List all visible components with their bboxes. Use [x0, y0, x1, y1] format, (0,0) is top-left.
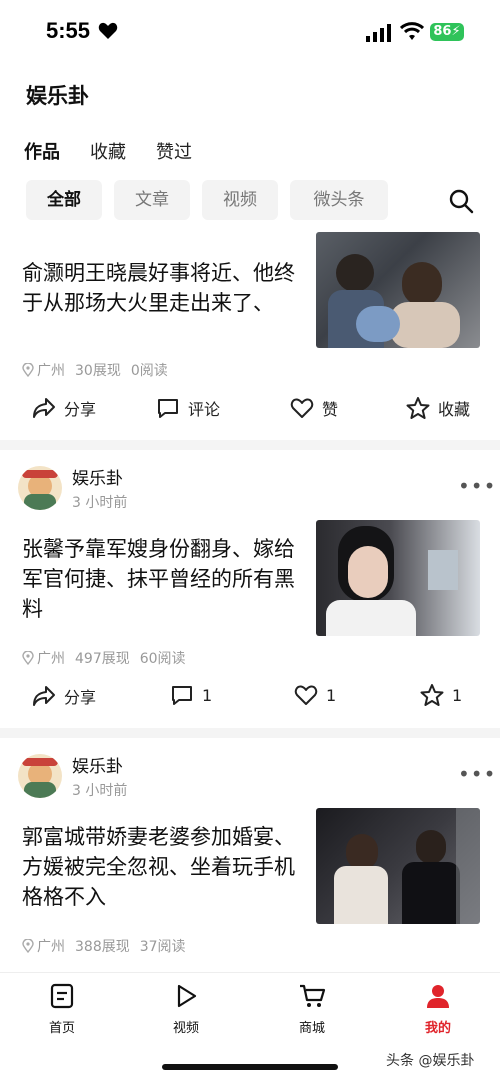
comment-button[interactable]: 1: [170, 684, 212, 706]
avatar[interactable]: [18, 754, 62, 798]
share-button[interactable]: 分享: [32, 396, 96, 420]
post-thumbnail[interactable]: [316, 520, 480, 636]
post-actions: 分享 评论 赞 收藏: [0, 396, 500, 426]
post-location: 广州: [37, 363, 65, 379]
home-indicator: [162, 1064, 338, 1070]
nav-video[interactable]: 视频: [146, 983, 226, 1036]
post-location: 广州: [37, 939, 65, 955]
post-location: 广州: [37, 651, 65, 667]
profile-icon: [427, 985, 449, 1008]
status-bar: 5:55 86⚡: [0, 0, 500, 64]
post-actions: 分享 1 1 1: [0, 684, 500, 714]
location-icon: [22, 939, 34, 953]
post-author[interactable]: 娱乐卦 3 小时前: [18, 464, 127, 512]
account-name: 娱乐卦: [26, 84, 89, 108]
location-icon: [22, 363, 34, 377]
post-title[interactable]: 俞灏明王晓晨好事将近、他终于从那场大火里走出来了、: [22, 258, 308, 318]
post-title[interactable]: 张馨予靠军嫂身份翻身、嫁给军官何捷、抹平曾经的所有黑料: [22, 534, 308, 624]
filter-all[interactable]: 全部: [26, 180, 102, 220]
status-time: 5:55: [46, 18, 91, 43]
post-reads: 0阅读: [130, 363, 168, 379]
post-views: 30展现: [75, 363, 121, 379]
filter-articles[interactable]: 文章: [114, 180, 190, 220]
nav-mall[interactable]: 商城: [272, 983, 352, 1036]
avatar[interactable]: [18, 466, 62, 510]
like-button[interactable]: 赞: [290, 396, 338, 420]
location-icon: [22, 651, 34, 665]
divider: [0, 728, 500, 738]
nav-me[interactable]: 我的: [398, 983, 478, 1036]
search-icon[interactable]: [448, 188, 474, 214]
comment-button[interactable]: 评论: [156, 396, 220, 420]
post-author[interactable]: 娱乐卦 3 小时前: [18, 752, 127, 800]
post-thumbnail[interactable]: [316, 808, 480, 924]
cart-icon: [300, 984, 326, 1007]
home-icon: [50, 983, 74, 1009]
watermark: 头条 @娱乐卦: [386, 1053, 475, 1069]
post-views: 497展现: [75, 651, 130, 667]
post-meta: 广州 388展现 37阅读: [22, 936, 186, 956]
bottom-nav: 首页 视频 商城 我的: [0, 972, 500, 1053]
favorite-button[interactable]: 收藏: [406, 396, 470, 420]
share-button[interactable]: 分享: [32, 684, 96, 708]
post-time: 3 小时前: [72, 783, 128, 799]
filter-micro-posts[interactable]: 微头条: [290, 180, 388, 220]
star-icon: [420, 684, 444, 706]
share-icon: [33, 398, 55, 418]
tab-works[interactable]: 作品: [24, 138, 60, 164]
star-icon: [406, 397, 430, 419]
post-reads: 60阅读: [139, 651, 186, 667]
more-options-icon[interactable]: •••: [458, 762, 496, 786]
profile-tabs: 作品 收藏 赞过: [24, 138, 192, 164]
filter-chips: 全部 文章 视频 微头条: [26, 180, 388, 220]
post-meta: 广州 30展现 0阅读: [22, 360, 168, 380]
post-views: 388展现: [75, 939, 130, 955]
post-thumbnail[interactable]: [316, 232, 480, 348]
author-name[interactable]: 娱乐卦: [72, 464, 127, 489]
heart-icon: [98, 22, 118, 39]
post-meta: 广州 497展现 60阅读: [22, 648, 186, 668]
like-button[interactable]: 1: [294, 684, 336, 706]
comment-icon: [172, 686, 192, 705]
tab-favorites[interactable]: 收藏: [90, 138, 126, 164]
more-options-icon[interactable]: •••: [458, 474, 496, 498]
battery-indicator: 86⚡: [430, 23, 464, 41]
heart-outline-icon: [294, 685, 318, 705]
play-icon: [177, 984, 197, 1008]
wifi-icon: [400, 22, 424, 40]
heart-outline-icon: [290, 398, 314, 418]
filter-videos[interactable]: 视频: [202, 180, 278, 220]
comment-icon: [158, 399, 178, 418]
post-reads: 37阅读: [139, 939, 186, 955]
post-time: 3 小时前: [72, 495, 128, 511]
divider: [0, 440, 500, 450]
author-name[interactable]: 娱乐卦: [72, 752, 127, 777]
tab-liked[interactable]: 赞过: [156, 138, 192, 164]
signal-icon: [366, 24, 391, 42]
favorite-button[interactable]: 1: [420, 684, 462, 706]
nav-home[interactable]: 首页: [22, 983, 102, 1036]
post-title[interactable]: 郭富城带娇妻老婆参加婚宴、方媛被完全忽视、坐着玩手机格格不入: [22, 822, 308, 912]
share-icon: [33, 686, 55, 706]
